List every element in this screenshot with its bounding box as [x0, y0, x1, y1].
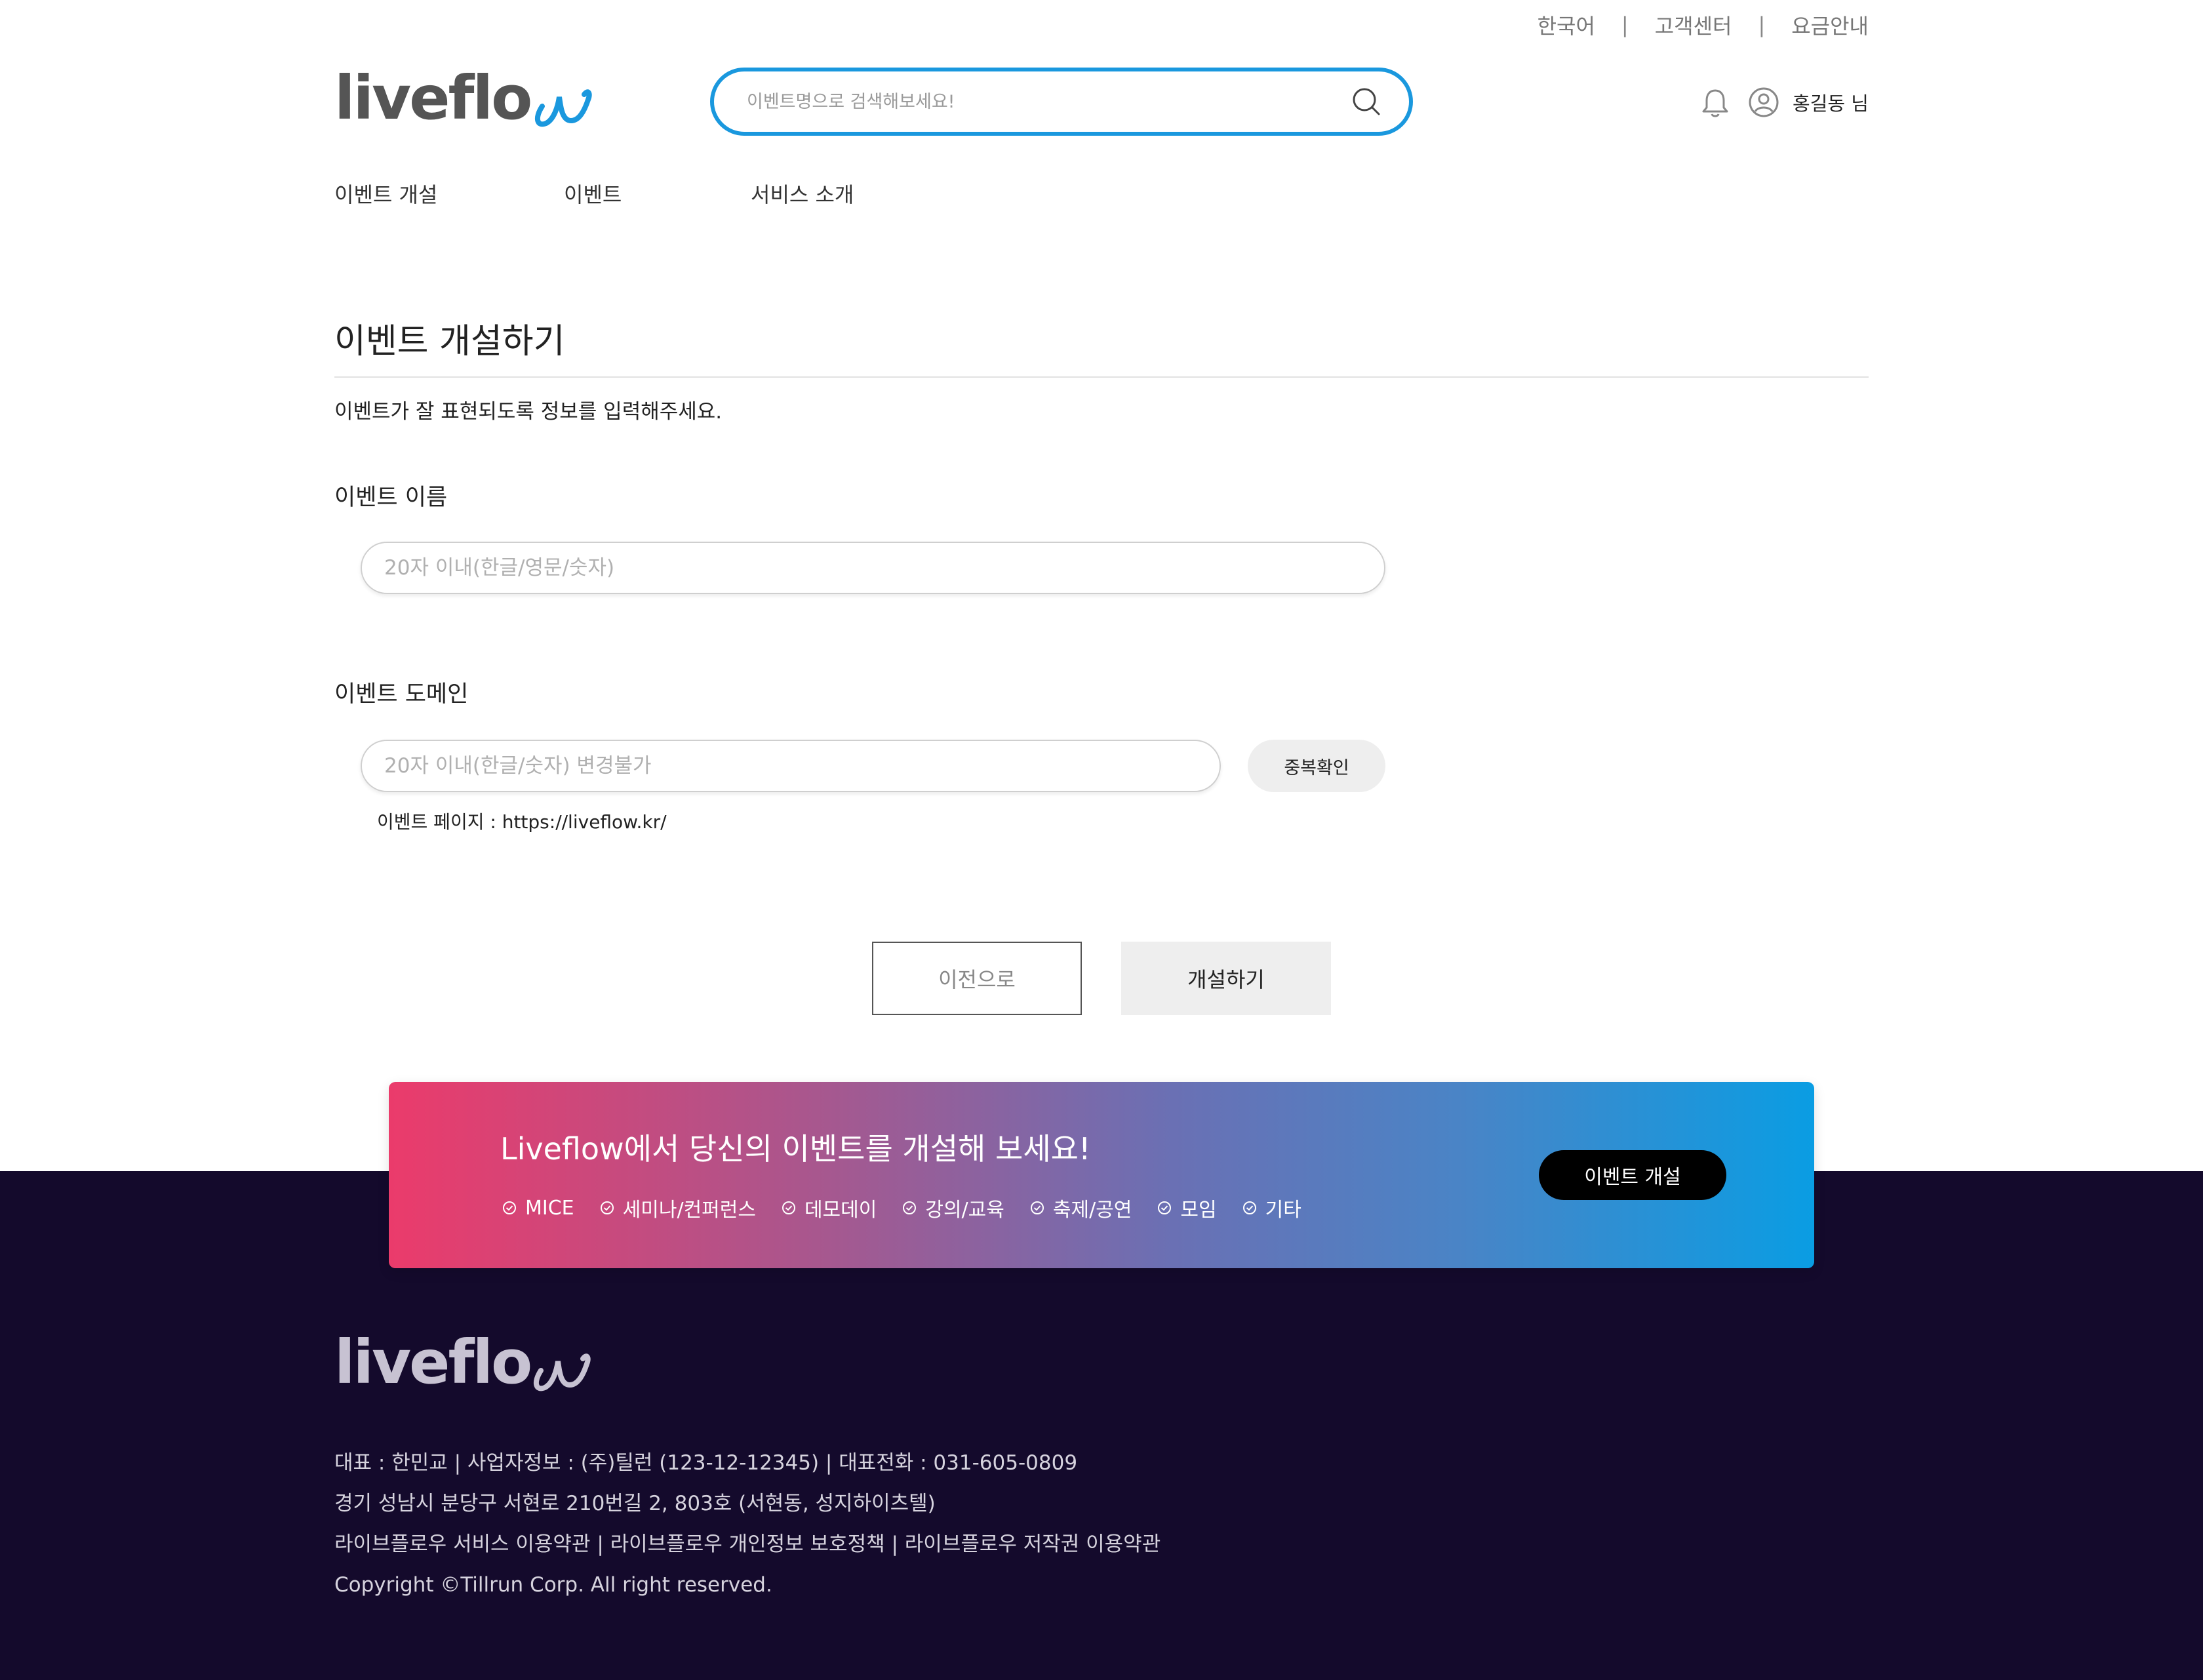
check-circle-icon	[600, 1201, 614, 1214]
event-domain-label: 이벤트 도메인	[334, 681, 469, 708]
event-domain-field[interactable]	[361, 740, 1221, 792]
check-circle-icon	[1242, 1201, 1256, 1214]
promo-tag-label: 강의/교육	[925, 1199, 1004, 1222]
footer-address: 경기 성남시 분당구 서현로 210번길 2, 803호 (서현동, 성지하이츠…	[334, 1492, 936, 1515]
promo-tags: MICE 세미나/컨퍼런스 데모데이 강의/교육 축제/공연 모임 기타	[502, 1193, 1326, 1222]
promo-tag-label: MICE	[525, 1196, 574, 1220]
footer-terms-links[interactable]: 라이브플로우 서비스 이용약관 | 라이브플로우 개인정보 보호정책 | 라이브…	[334, 1524, 1161, 1565]
check-circle-icon	[1030, 1201, 1044, 1214]
user-name[interactable]: 홍길동 님	[1793, 89, 1869, 116]
logo-text: liveflo	[334, 63, 532, 133]
promo-tag: 기타	[1242, 1193, 1301, 1222]
event-name-label: 이벤트 이름	[334, 485, 448, 511]
event-name-field[interactable]	[361, 542, 1385, 594]
previous-button[interactable]: 이전으로	[872, 942, 1082, 1015]
footer-logo-text: liveflo	[334, 1327, 532, 1397]
main-nav: 이벤트 개설 이벤트 서비스 소개	[334, 178, 854, 209]
footer-company-info: 대표 : 한민교 | 사업자정보 : (주)틸런 (123-12-12345) …	[334, 1451, 1078, 1475]
nav-item-service-intro[interactable]: 서비스 소개	[751, 178, 854, 209]
nav-item-create-event[interactable]: 이벤트 개설	[334, 178, 564, 209]
check-circle-icon	[782, 1201, 795, 1214]
utility-nav: 한국어 | 고객센터 | 요금안내	[1538, 9, 1869, 41]
pricing-link[interactable]: 요금안내	[1791, 10, 1869, 40]
logo-swirl-icon	[535, 89, 592, 127]
user-circle-icon[interactable]	[1748, 87, 1779, 118]
user-area: 홍길동 님	[1701, 85, 1869, 119]
duplicate-check-button[interactable]: 중복확인	[1248, 740, 1385, 792]
promo-banner: Liveflow에서 당신의 이벤트를 개설해 보세요! MICE 세미나/컨퍼…	[389, 1082, 1814, 1268]
check-circle-icon	[903, 1201, 917, 1214]
page-title: 이벤트 개설하기	[334, 322, 565, 361]
footer-logo[interactable]: liveflo	[334, 1332, 596, 1393]
support-link[interactable]: 고객센터	[1655, 10, 1732, 40]
promo-tag: 축제/공연	[1029, 1193, 1132, 1222]
divider: |	[1758, 12, 1766, 37]
event-domain-input[interactable]	[384, 754, 1197, 778]
event-name-input[interactable]	[384, 556, 1362, 580]
promo-tag: 세미나/컨퍼런스	[599, 1193, 756, 1222]
promo-tag-label: 기타	[1265, 1199, 1301, 1222]
page-description: 이벤트가 잘 표현되도록 정보를 입력해주세요.	[334, 400, 723, 424]
logo-swirl-icon	[534, 1353, 591, 1391]
search-input[interactable]	[747, 91, 1350, 112]
promo-tag-label: 축제/공연	[1052, 1199, 1132, 1222]
promo-tag: 모임	[1157, 1193, 1217, 1222]
check-circle-icon	[503, 1201, 516, 1214]
create-event-button[interactable]: 개설하기	[1121, 942, 1331, 1015]
nav-item-events[interactable]: 이벤트	[564, 178, 751, 209]
title-divider	[334, 376, 1869, 378]
language-link[interactable]: 한국어	[1538, 10, 1595, 40]
promo-tag: 데모데이	[781, 1193, 877, 1222]
bell-icon[interactable]	[1701, 87, 1730, 118]
promo-tag-label: 모임	[1180, 1199, 1217, 1222]
logo[interactable]: liveflo	[334, 63, 597, 133]
promo-create-event-button[interactable]: 이벤트 개설	[1539, 1150, 1726, 1200]
promo-tag: 강의/교육	[902, 1193, 1004, 1222]
footer-copyright: Copyright ©Tillrun Corp. All right reser…	[334, 1573, 772, 1597]
search-box[interactable]	[710, 68, 1413, 136]
check-circle-icon	[1158, 1201, 1172, 1214]
promo-tag-label: 데모데이	[804, 1199, 877, 1222]
promo-tag: MICE	[502, 1197, 574, 1220]
divider: |	[1621, 12, 1629, 37]
event-page-url: 이벤트 페이지 : https://liveflow.kr/	[377, 811, 667, 833]
footer-info: 대표 : 한민교 | 사업자정보 : (주)틸런 (123-12-12345) …	[334, 1443, 1161, 1605]
search-icon[interactable]	[1350, 85, 1383, 118]
promo-tag-label: 세미나/컨퍼런스	[622, 1199, 756, 1222]
promo-title: Liveflow에서 당신의 이벤트를 개설해 보세요!	[500, 1131, 1091, 1167]
